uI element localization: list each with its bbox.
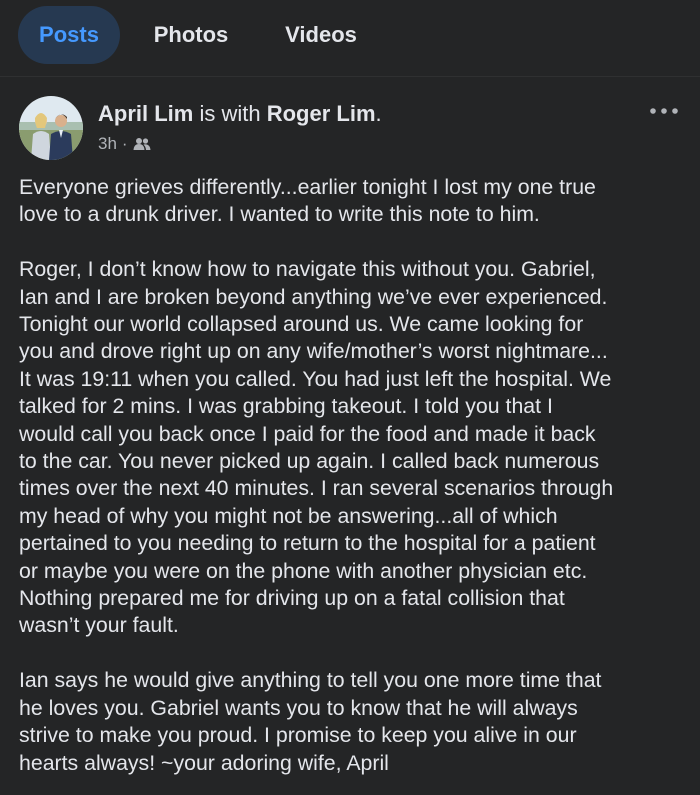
text-line: Ian and I are broken beyond anything we’… (19, 284, 608, 309)
paragraph: Roger, I don’t know how to navigate this… (19, 256, 687, 640)
tab-photos[interactable]: Photos (140, 6, 242, 64)
text-line: to the car. You never picked up again. I… (19, 449, 600, 474)
text-line: hearts always! ~your adoring wife, April (19, 750, 389, 775)
post-body: Everyone grieves differently...earlier t… (19, 174, 687, 777)
with-text: is with (199, 101, 261, 126)
text-line: Everyone grieves differently...earlier t… (19, 175, 596, 199)
text-line: pertained to you needing to return to th… (19, 531, 596, 556)
more-options-icon[interactable] (646, 101, 682, 121)
text-line: wasn’t your fault. (19, 613, 179, 638)
paragraph: Everyone grieves differently...earlier t… (19, 174, 687, 229)
text-line: would call you back once I paid for the … (19, 421, 596, 446)
avatar[interactable] (19, 96, 83, 160)
text-line: Tonight our world collapsed around us. W… (19, 312, 584, 337)
text-line: It was 19:11 when you called. You had ju… (19, 366, 612, 391)
post-header: April Lim is with Roger Lim. (98, 101, 382, 127)
paragraph: Ian says he would give anything to tell … (19, 667, 687, 777)
tabs-divider (0, 76, 700, 77)
meta-separator: · (121, 134, 128, 153)
text-line: love to a drunk driver. I wanted to writ… (19, 202, 540, 227)
text-line: strive to make you proud. I promise to k… (19, 723, 577, 748)
text-line: Nothing prepared me for driving up on a … (19, 586, 565, 611)
text-line: or maybe you were on the phone with anot… (19, 558, 588, 583)
text-line: my head of why you might not be answerin… (19, 503, 558, 528)
text-line: Ian says he would give anything to tell … (19, 668, 602, 693)
tagged-name[interactable]: Roger Lim (267, 101, 376, 126)
post-time[interactable]: 3h (98, 134, 117, 154)
tab-posts[interactable]: Posts (18, 6, 120, 64)
avatar-photo-icon (19, 96, 83, 160)
header-period: . (375, 101, 382, 126)
profile-tabs: Posts Photos Videos (0, 0, 700, 70)
text-line: you and drove right up on any wife/mothe… (19, 339, 608, 364)
author-name[interactable]: April Lim (98, 101, 193, 126)
tab-videos[interactable]: Videos (271, 6, 371, 64)
friends-icon (133, 138, 151, 150)
text-line: Roger, I don’t know how to navigate this… (19, 257, 596, 282)
text-line: talked for 2 mins. I was grabbing takeou… (19, 394, 553, 419)
text-line: he loves you. Gabriel wants you to know … (19, 695, 578, 720)
text-line: times over the next 40 minutes. I ran se… (19, 476, 614, 501)
post-meta: 3h · (98, 134, 151, 154)
